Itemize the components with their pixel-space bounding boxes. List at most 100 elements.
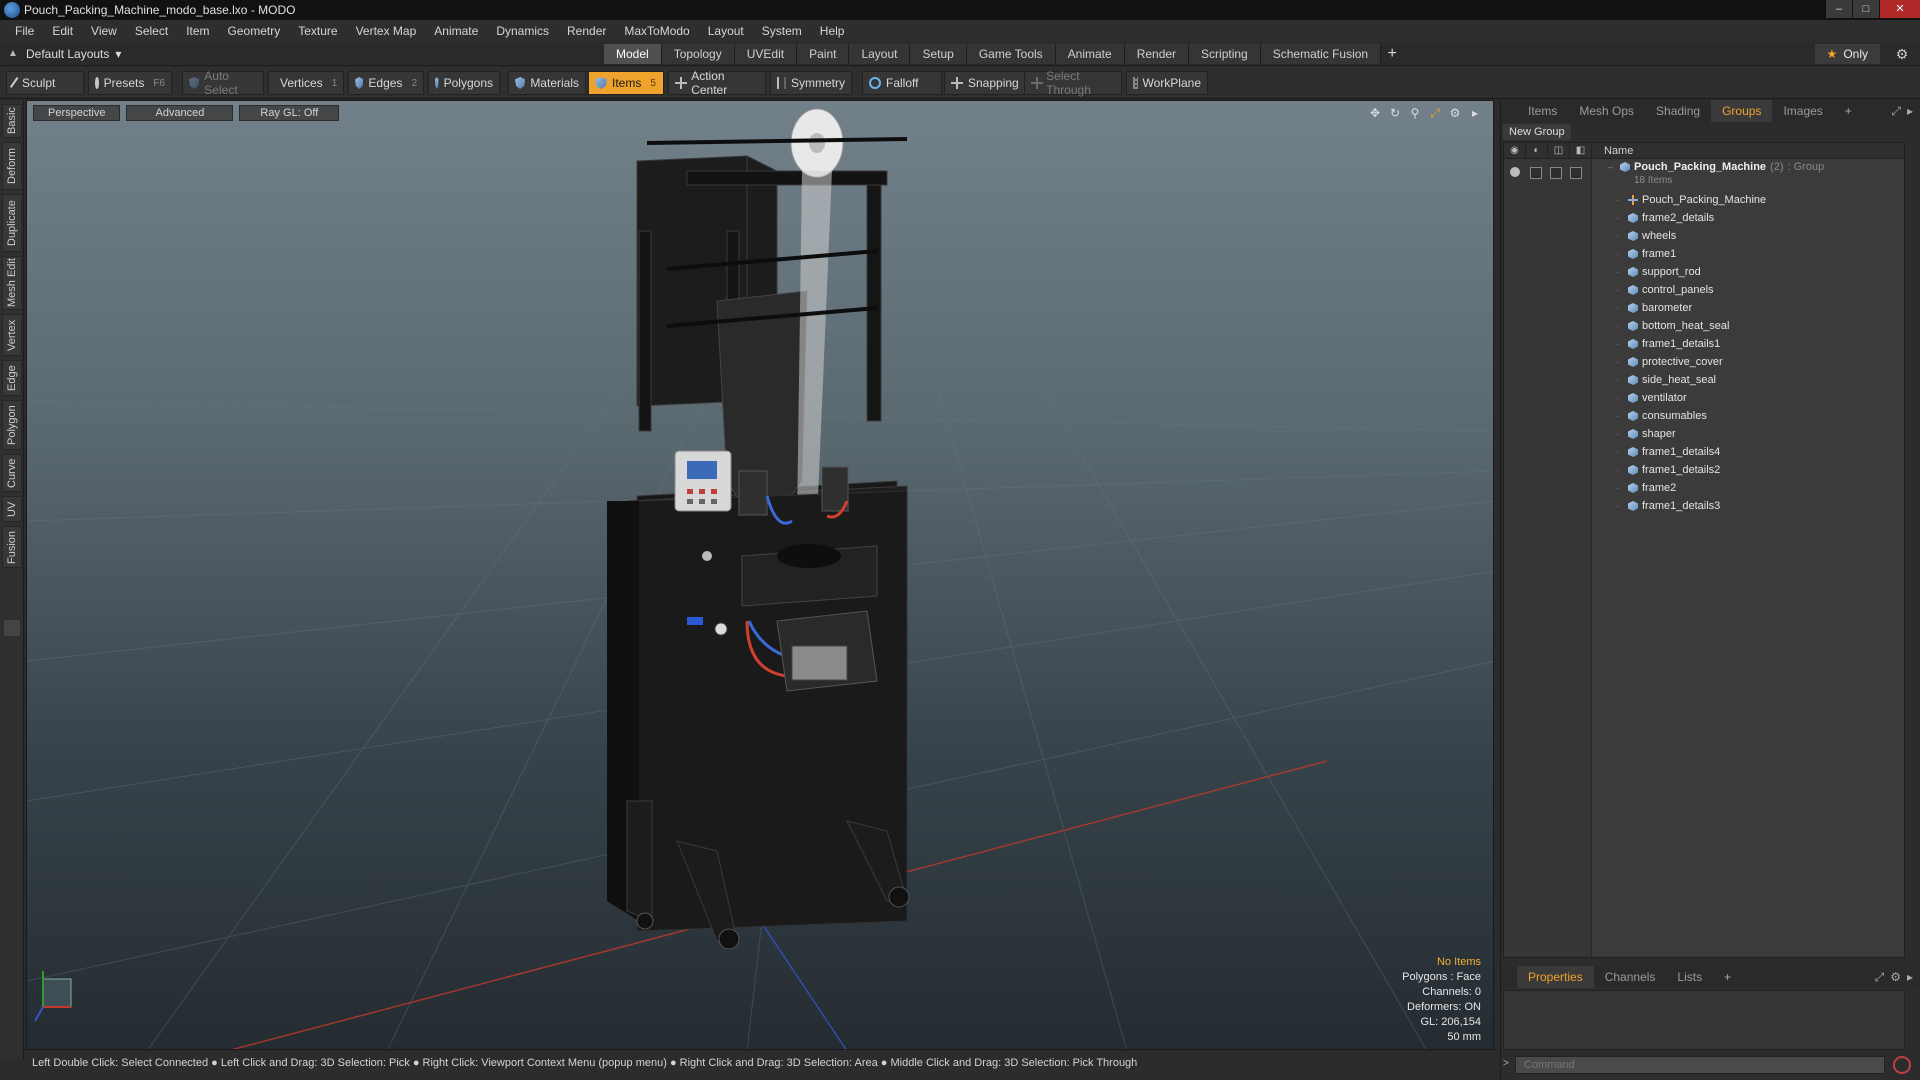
list-item[interactable]: · shaper bbox=[1504, 425, 1904, 443]
render-toggle[interactable] bbox=[1530, 167, 1542, 179]
menu-system[interactable]: System bbox=[753, 20, 811, 42]
list-item[interactable]: · ventilator bbox=[1504, 389, 1904, 407]
menu-select[interactable]: Select bbox=[126, 20, 177, 42]
expand-icon[interactable]: ⤢ bbox=[1891, 104, 1901, 119]
new-group-button[interactable]: New Group bbox=[1503, 124, 1571, 140]
tab-shading[interactable]: Shading bbox=[1645, 100, 1711, 122]
props-settings-icon[interactable]: ⚙ bbox=[1890, 970, 1901, 985]
layouts-dropdown[interactable]: ▲ Default Layouts ▾ bbox=[8, 45, 121, 63]
close-button[interactable]: ✕ bbox=[1880, 0, 1920, 18]
props-menu-icon[interactable]: ▸ bbox=[1907, 970, 1913, 985]
menu-view[interactable]: View bbox=[82, 20, 126, 42]
menu-vertex-map[interactable]: Vertex Map bbox=[347, 20, 426, 42]
list-item[interactable]: · barometer bbox=[1504, 299, 1904, 317]
view-mode-button[interactable]: Perspective bbox=[33, 105, 121, 121]
menu-edit[interactable]: Edit bbox=[43, 20, 82, 42]
tab-items[interactable]: Items bbox=[1517, 100, 1568, 122]
menu-file[interactable]: File bbox=[6, 20, 43, 42]
tab-paint[interactable]: Paint bbox=[797, 44, 850, 64]
items-button[interactable]: Items 5 bbox=[588, 71, 664, 95]
tab-setup[interactable]: Setup bbox=[910, 44, 967, 64]
tab-schematic-fusion[interactable]: Schematic Fusion bbox=[1260, 44, 1382, 64]
tab-polygon[interactable]: Polygon bbox=[2, 400, 22, 450]
tab-uv[interactable]: UV bbox=[2, 496, 22, 522]
tab-uvedit[interactable]: UVEdit bbox=[734, 44, 798, 64]
tab-vertex[interactable]: Vertex bbox=[2, 314, 22, 356]
tab-channels[interactable]: Channels bbox=[1594, 966, 1667, 988]
minimize-button[interactable]: – bbox=[1826, 0, 1852, 18]
tab-model[interactable]: Model bbox=[604, 44, 662, 64]
falloff-button[interactable]: Falloff bbox=[862, 71, 942, 95]
maximize-button[interactable]: □ bbox=[1853, 0, 1879, 18]
menu-animate[interactable]: Animate bbox=[425, 20, 487, 42]
tab-edge[interactable]: Edge bbox=[2, 360, 22, 396]
tab-groups[interactable]: Groups bbox=[1711, 100, 1773, 122]
tab-layout[interactable]: Layout bbox=[849, 44, 911, 64]
vertices-button[interactable]: Vertices 1 bbox=[268, 71, 344, 95]
tab-lists[interactable]: Lists bbox=[1666, 966, 1713, 988]
list-item[interactable]: · Pouch_Packing_Machine bbox=[1504, 191, 1904, 209]
menu-layout[interactable]: Layout bbox=[699, 20, 753, 42]
materials-button[interactable]: Materials bbox=[508, 71, 586, 95]
list-item[interactable]: · frame2_details bbox=[1504, 209, 1904, 227]
add-bottom-tab-button[interactable]: + bbox=[1713, 966, 1742, 988]
expand-strip-button[interactable] bbox=[4, 620, 20, 636]
tab-deform[interactable]: Deform bbox=[2, 142, 22, 190]
tab-curve[interactable]: Curve bbox=[2, 454, 22, 492]
tab-mesh-ops[interactable]: Mesh Ops bbox=[1568, 100, 1645, 122]
rotate-icon[interactable]: ↻ bbox=[1387, 105, 1403, 121]
render-column-icon[interactable]: ◐ bbox=[1526, 143, 1548, 159]
lock-toggle[interactable] bbox=[1550, 167, 1562, 179]
command-run-button[interactable] bbox=[1893, 1056, 1911, 1074]
edges-button[interactable]: Edges 2 bbox=[348, 71, 424, 95]
auto-select-button[interactable]: Auto Select bbox=[182, 69, 264, 97]
pan-icon[interactable]: ✥ bbox=[1367, 105, 1383, 121]
fit-icon[interactable]: ⤢ bbox=[1427, 105, 1443, 121]
expand-icon[interactable]: ⤢ bbox=[1875, 970, 1885, 985]
eye-icon[interactable] bbox=[1510, 167, 1520, 177]
only-toggle[interactable]: ★ Only bbox=[1814, 44, 1880, 64]
list-item[interactable]: · wheels bbox=[1504, 227, 1904, 245]
menu-dynamics[interactable]: Dynamics bbox=[487, 20, 558, 42]
tab-properties[interactable]: Properties bbox=[1517, 966, 1594, 988]
list-item[interactable]: · side_heat_seal bbox=[1504, 371, 1904, 389]
tab-fusion[interactable]: Fusion bbox=[2, 526, 22, 568]
action-center-button[interactable]: Action Center bbox=[668, 69, 766, 97]
command-input[interactable] bbox=[1515, 1056, 1885, 1074]
select-through-button[interactable]: Select Through bbox=[1024, 69, 1122, 97]
tab-mesh-edit[interactable]: Mesh Edit bbox=[2, 256, 22, 310]
list-item[interactable]: · support_rod bbox=[1504, 263, 1904, 281]
list-item[interactable]: · control_panels bbox=[1504, 281, 1904, 299]
name-column-header[interactable]: Name bbox=[1592, 145, 1633, 157]
viewport-settings-icon[interactable]: ⚙ bbox=[1447, 105, 1463, 121]
menu-render[interactable]: Render bbox=[558, 20, 615, 42]
menu-help[interactable]: Help bbox=[811, 20, 854, 42]
presets-button[interactable]: Presets F6 bbox=[88, 71, 172, 95]
snapping-button[interactable]: Snapping bbox=[944, 71, 1026, 95]
lock-column-icon[interactable]: ◫ bbox=[1548, 143, 1570, 159]
list-item[interactable]: · frame2 bbox=[1504, 479, 1904, 497]
tab-game-tools[interactable]: Game Tools bbox=[966, 44, 1056, 64]
list-item[interactable]: · frame1_details3 bbox=[1504, 497, 1904, 515]
add-panel-tab-button[interactable]: + bbox=[1834, 100, 1863, 122]
list-item[interactable]: · bottom_heat_seal bbox=[1504, 317, 1904, 335]
shading-mode-button[interactable]: Advanced bbox=[126, 105, 234, 121]
tab-basic[interactable]: Basic bbox=[2, 104, 22, 138]
workplane-button[interactable]: WorkPlane bbox=[1126, 71, 1208, 95]
tab-render[interactable]: Render bbox=[1124, 44, 1190, 64]
group-row[interactable]: – Pouch_Packing_Machine (2) : Group 18 I… bbox=[1504, 161, 1904, 187]
list-item[interactable]: · frame1_details1 bbox=[1504, 335, 1904, 353]
zoom-icon[interactable]: ⚲ bbox=[1407, 105, 1423, 121]
menu-texture[interactable]: Texture bbox=[289, 20, 346, 42]
menu-geometry[interactable]: Geometry bbox=[219, 20, 290, 42]
viewport-menu-icon[interactable]: ▸ bbox=[1467, 105, 1483, 121]
collapse-icon[interactable]: – bbox=[1608, 162, 1616, 172]
menu-maxtomodo[interactable]: MaxToModo bbox=[615, 20, 698, 42]
tab-duplicate[interactable]: Duplicate bbox=[2, 194, 22, 252]
tab-images[interactable]: Images bbox=[1772, 100, 1833, 122]
menu-item[interactable]: Item bbox=[177, 20, 218, 42]
add-tab-button[interactable]: + bbox=[1381, 44, 1403, 64]
sculpt-button[interactable]: Sculpt bbox=[6, 71, 84, 95]
raygl-toggle[interactable]: Ray GL: Off bbox=[239, 105, 340, 121]
list-item[interactable]: · protective_cover bbox=[1504, 353, 1904, 371]
